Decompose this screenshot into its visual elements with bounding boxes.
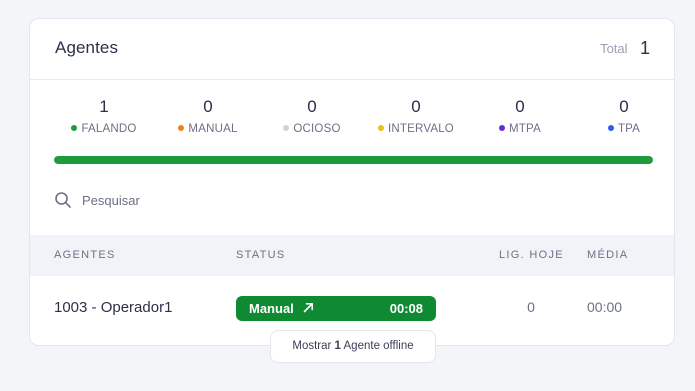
total-counter: Total 1 — [600, 38, 650, 59]
total-value: 1 — [639, 38, 650, 58]
offline-suffix: Agente offline — [343, 340, 414, 352]
agent-name: 1003 - Operador1 — [54, 299, 173, 316]
stat-falando: 1 FALANDO — [54, 97, 154, 135]
agent-status-badge[interactable]: Manual 00:08 — [236, 296, 436, 321]
calls-today-value: 0 — [527, 299, 535, 315]
stat-label: MANUAL — [158, 123, 258, 135]
status-timer: 00:08 — [389, 301, 423, 316]
column-header-status: STATUS — [236, 249, 286, 261]
card-title: Agentes — [55, 38, 119, 57]
offline-count: 1 — [334, 340, 341, 352]
column-header-calls-today: LIG. HOJE — [499, 249, 564, 261]
search-icon — [55, 192, 71, 208]
stat-tpa: 0 TPA — [574, 97, 674, 135]
total-label: Total — [600, 41, 628, 56]
stat-value: 0 — [619, 97, 629, 116]
status-dot-icon — [607, 125, 614, 131]
stat-ocioso: 0 OCIOSO — [262, 97, 362, 135]
status-dot-icon — [283, 125, 290, 131]
status-dot-icon — [178, 125, 185, 131]
table-header: AGENTES STATUS LIG. HOJE MÉDIA — [30, 235, 674, 276]
arrow-up-right-icon — [303, 302, 313, 313]
table-row: 1003 - Operador1 Manual 00:08 0 00:00 — [30, 276, 674, 336]
stat-value: 0 — [307, 97, 317, 116]
stat-value: 0 — [411, 97, 421, 116]
column-header-agents: AGENTES — [54, 249, 116, 261]
offline-prefix: Mostrar — [292, 340, 332, 352]
stat-value: 0 — [203, 97, 213, 116]
stat-label: TPA — [574, 123, 674, 135]
average-value: 00:00 — [587, 299, 623, 315]
stat-value: 0 — [515, 97, 525, 116]
status-dot-icon — [499, 125, 506, 131]
stat-value: 1 — [99, 97, 109, 116]
stat-mtpa: 0 MTPA — [470, 97, 570, 135]
progress-fill — [54, 156, 653, 164]
card-header: Agentes Total 1 — [30, 19, 674, 80]
status-dot-icon — [378, 125, 385, 131]
status-stats: 1 FALANDO 0 MANUAL 0 OCIOSO 0 INTERVALO … — [54, 97, 654, 137]
stat-label: MTPA — [470, 123, 570, 135]
status-dot-icon — [71, 125, 78, 131]
stat-intervalo: 0 INTERVALO — [366, 97, 466, 135]
agents-card: Agentes Total 1 1 FALANDO 0 MANUAL 0 OCI… — [29, 18, 675, 346]
status-name: Manual — [249, 301, 294, 316]
status-progress-bar — [54, 156, 653, 164]
stat-label: FALANDO — [54, 123, 154, 135]
search-box[interactable] — [54, 190, 454, 210]
stat-label: INTERVALO — [366, 123, 466, 135]
search-input[interactable] — [82, 190, 382, 210]
column-header-average: MÉDIA — [587, 249, 629, 261]
stat-manual: 0 MANUAL — [158, 97, 258, 135]
stat-label: OCIOSO — [262, 123, 362, 135]
show-offline-agents-button[interactable]: Mostrar 1 Agente offline — [270, 330, 436, 363]
